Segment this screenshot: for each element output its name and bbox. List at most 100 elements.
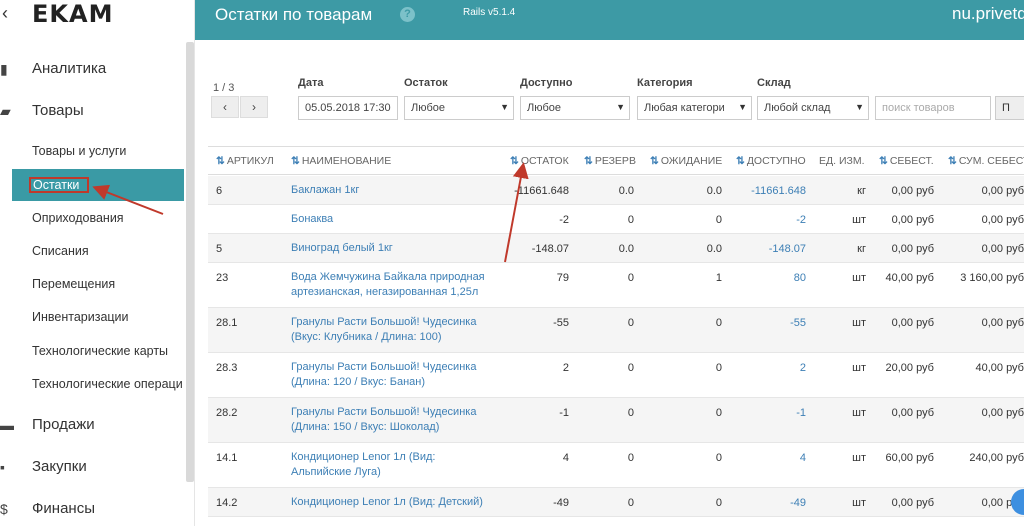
cell-reserve: 0 <box>627 407 634 419</box>
cell-reserve: 0 <box>627 452 634 464</box>
table-row[interactable]: 28.2 Гранулы Расти Большой! Чудесинка (Дл… <box>208 398 1024 443</box>
cell-sku: 14.2 <box>216 497 238 509</box>
available-label: Доступно <box>520 77 573 89</box>
cell-name[interactable]: Гранулы Расти Большой! Чудесинка (Длина:… <box>291 360 496 390</box>
prev-page-button[interactable]: ‹ <box>211 96 239 118</box>
table-row[interactable]: 5 Виноград белый 1кг -148.07 0.0 0.0 -148.07 к… <box>208 234 1024 263</box>
cell-stock: 4 <box>562 452 569 464</box>
col-reserve[interactable]: ⇅ РЕЗЕРВ <box>584 155 636 167</box>
col-name-label: НАИМЕНОВАНИЕ <box>301 155 392 167</box>
col-name[interactable]: ⇅ НАИМЕНОВАНИЕ <box>291 155 391 167</box>
back-arrow-icon[interactable]: ‹ <box>2 3 8 24</box>
table-row[interactable]: 23 Вода Жемчужина Байкала природная артез… <box>208 263 1024 308</box>
warehouse-select[interactable]: Любой склад ▼ <box>757 96 869 120</box>
cell-sku: 28.1 <box>216 317 238 329</box>
cell-name[interactable]: Баклажан 1кг <box>291 183 496 198</box>
cell-cost: 40,00 руб <box>885 272 934 284</box>
sidebar-item-receipts[interactable]: Оприходования <box>32 211 124 225</box>
col-sku[interactable]: ⇅ АРТИКУЛ <box>216 155 274 167</box>
cell-name[interactable]: Гранулы Расти Большой! Чудесинка (Вкус: … <box>291 315 496 345</box>
col-available[interactable]: ⇅ ДОСТУПНО <box>736 155 806 167</box>
cell-total: 3 160,00 руб <box>960 272 1024 284</box>
logo: EKAM <box>32 0 114 28</box>
sidebar-item-transfers[interactable]: Перемещения <box>32 277 115 291</box>
cell-unit: кг <box>857 243 866 255</box>
sidebar-scrollbar[interactable] <box>186 42 194 482</box>
next-page-button[interactable]: › <box>240 96 268 118</box>
remainder-select[interactable]: Любое ▼ <box>404 96 514 120</box>
cell-stock: -55 <box>553 317 569 329</box>
cell-cost: 0,00 руб <box>891 185 934 197</box>
search-input[interactable]: поиск товаров <box>875 96 991 120</box>
available-select[interactable]: Любое ▼ <box>520 96 630 120</box>
col-stock[interactable]: ⇅ ОСТАТОК <box>510 155 569 167</box>
sidebar-item-tech-operations[interactable]: Технологические операци <box>32 377 183 391</box>
account-domain[interactable]: nu.privetd <box>952 4 1024 24</box>
table-row[interactable]: Бонаква -2 0 0 -2 шт 0,00 руб 0,00 руб <box>208 205 1024 234</box>
cell-available: -49 <box>790 497 806 509</box>
cell-cost: 60,00 руб <box>885 452 934 464</box>
cell-unit: шт <box>852 407 866 419</box>
sort-icon: ⇅ <box>510 155 519 167</box>
remainder-label: Остаток <box>404 77 448 89</box>
sidebar-section-label: Финансы <box>32 500 95 517</box>
cell-stock: 79 <box>556 272 569 284</box>
cell-stock: -2 <box>559 214 569 226</box>
stock-table: ⇅ АРТИКУЛ ⇅ НАИМЕНОВАНИЕ ⇅ ОСТАТОК ⇅ РЕЗЕРВ … <box>208 146 1024 517</box>
cell-pending: 0 <box>715 362 722 374</box>
sidebar-item-goods-services[interactable]: Товары и услуги <box>32 144 126 158</box>
sidebar-section-label: Аналитика <box>32 60 107 77</box>
cell-cost: 0,00 руб <box>891 317 934 329</box>
table-row[interactable]: 28.3 Гранулы Расти Большой! Чудесинка (Дл… <box>208 353 1024 398</box>
store-icon: ▬ <box>0 417 14 433</box>
cell-unit: шт <box>852 214 866 226</box>
cell-name[interactable]: Вода Жемчужина Байкала природная артезиа… <box>291 270 496 300</box>
cell-name[interactable]: Кондиционер Lenor 1л (Вид: Альпийские Лу… <box>291 450 496 480</box>
col-sku-label: АРТИКУЛ <box>226 155 274 167</box>
cell-name[interactable]: Гранулы Расти Большой! Чудесинка (Длина:… <box>291 405 496 435</box>
table-row[interactable]: 28.1 Гранулы Расти Большой! Чудесинка (Вк… <box>208 308 1024 353</box>
col-unit: ЕД. ИЗМ. <box>819 155 865 167</box>
cell-name[interactable]: Виноград белый 1кг <box>291 241 496 256</box>
cell-pending: 0.0 <box>706 185 722 197</box>
date-input[interactable]: 05.05.2018 17:30 <box>298 96 398 120</box>
cell-unit: кг <box>857 185 866 197</box>
sort-icon: ⇅ <box>650 155 659 167</box>
col-stock-label: ОСТАТОК <box>520 155 569 167</box>
table-row[interactable]: 14.1 Кондиционер Lenor 1л (Вид: Альпийски… <box>208 443 1024 488</box>
category-value: Любая категори <box>644 102 725 114</box>
cell-available: -2 <box>796 214 806 226</box>
page-title: Остатки по товарам <box>215 5 373 24</box>
col-reserve-label: РЕЗЕРВ <box>594 155 636 167</box>
sort-icon: ⇅ <box>216 155 225 167</box>
category-select[interactable]: Любая категори ▼ <box>637 96 752 120</box>
cell-pending: 0 <box>715 407 722 419</box>
cell-total: 240,00 руб <box>969 452 1024 464</box>
table-row[interactable]: 14.2 Кондиционер Lenor 1л (Вид: Детский) -… <box>208 488 1024 517</box>
cell-name[interactable]: Кондиционер Lenor 1л (Вид: Детский) <box>291 495 496 510</box>
col-available-label: ДОСТУПНО <box>746 155 806 167</box>
cell-available: 80 <box>793 272 806 284</box>
cell-reserve: 0 <box>627 362 634 374</box>
col-cost[interactable]: ⇅ СЕБЕСТ. <box>879 155 934 167</box>
sort-icon: ⇅ <box>879 155 888 167</box>
cell-stock: -11661.648 <box>514 185 569 197</box>
sidebar-item-writeoffs[interactable]: Списания <box>32 244 89 258</box>
cell-name[interactable]: Бонаква <box>291 212 496 227</box>
cell-reserve: 0 <box>627 214 634 226</box>
sidebar: ‹ EKAM ▮ Аналитика ▰ Товары Товары и усл… <box>0 0 195 526</box>
sidebar-item-tech-cards[interactable]: Технологические карты <box>32 344 168 358</box>
cell-total: 0,00 руб <box>981 185 1024 197</box>
sort-icon: ⇅ <box>291 155 300 167</box>
col-total-cost[interactable]: ⇅ СУМ. СЕБЕСТ <box>948 155 1024 167</box>
date-value: 05.05.2018 17:30 <box>305 102 391 114</box>
cell-stock: -148.07 <box>531 243 569 255</box>
col-pending[interactable]: ⇅ ОЖИДАНИЕ <box>650 155 722 167</box>
help-icon[interactable]: ? <box>400 7 415 22</box>
table-row[interactable]: 6 Баклажан 1кг -11661.648 0.0 0.0 -11661.648 к… <box>208 176 1024 205</box>
sidebar-item-inventories[interactable]: Инвентаризации <box>32 310 129 324</box>
cell-unit: шт <box>852 272 866 284</box>
apply-button[interactable]: П <box>995 96 1024 120</box>
cell-reserve: 0.0 <box>618 243 634 255</box>
cell-cost: 0,00 руб <box>891 407 934 419</box>
